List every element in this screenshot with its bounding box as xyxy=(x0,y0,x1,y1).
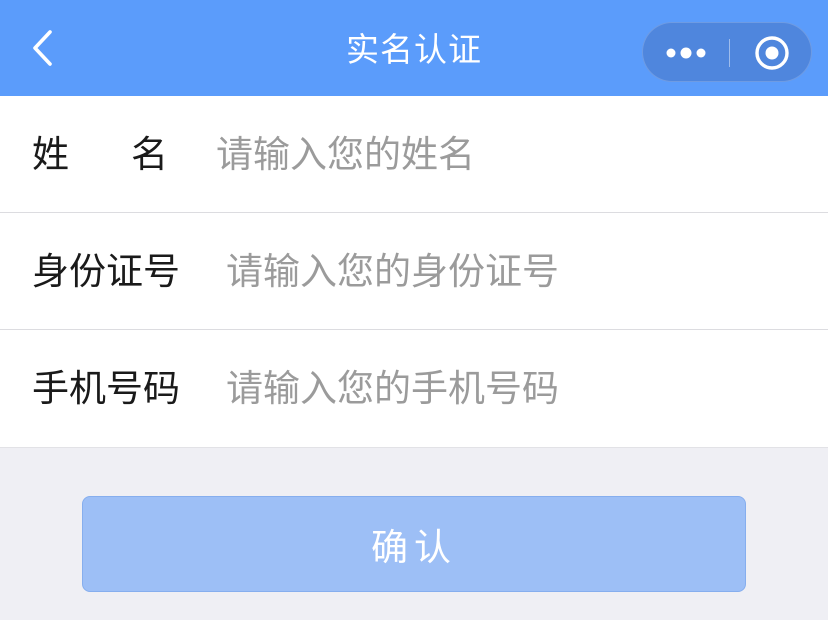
phone-input[interactable] xyxy=(226,360,806,416)
name-label: 姓名 xyxy=(32,133,230,176)
name-input[interactable] xyxy=(216,126,796,182)
confirm-button[interactable]: 确认 xyxy=(82,496,746,592)
close-button[interactable] xyxy=(730,23,813,83)
verification-form: 姓名 身份证号 手机号码 xyxy=(0,96,828,448)
name-row: 姓名 xyxy=(0,96,828,213)
mini-program-capsule xyxy=(642,22,812,82)
phone-label: 手机号码 xyxy=(32,367,180,410)
id-number-label: 身份证号 xyxy=(32,250,180,293)
target-close-icon xyxy=(754,36,789,70)
navigation-bar: 实名认证 xyxy=(0,0,828,96)
more-dots-icon xyxy=(666,47,706,59)
phone-row: 手机号码 xyxy=(0,330,828,448)
id-number-row: 身份证号 xyxy=(0,213,828,330)
id-number-input[interactable] xyxy=(226,243,806,299)
more-button[interactable] xyxy=(643,23,729,83)
